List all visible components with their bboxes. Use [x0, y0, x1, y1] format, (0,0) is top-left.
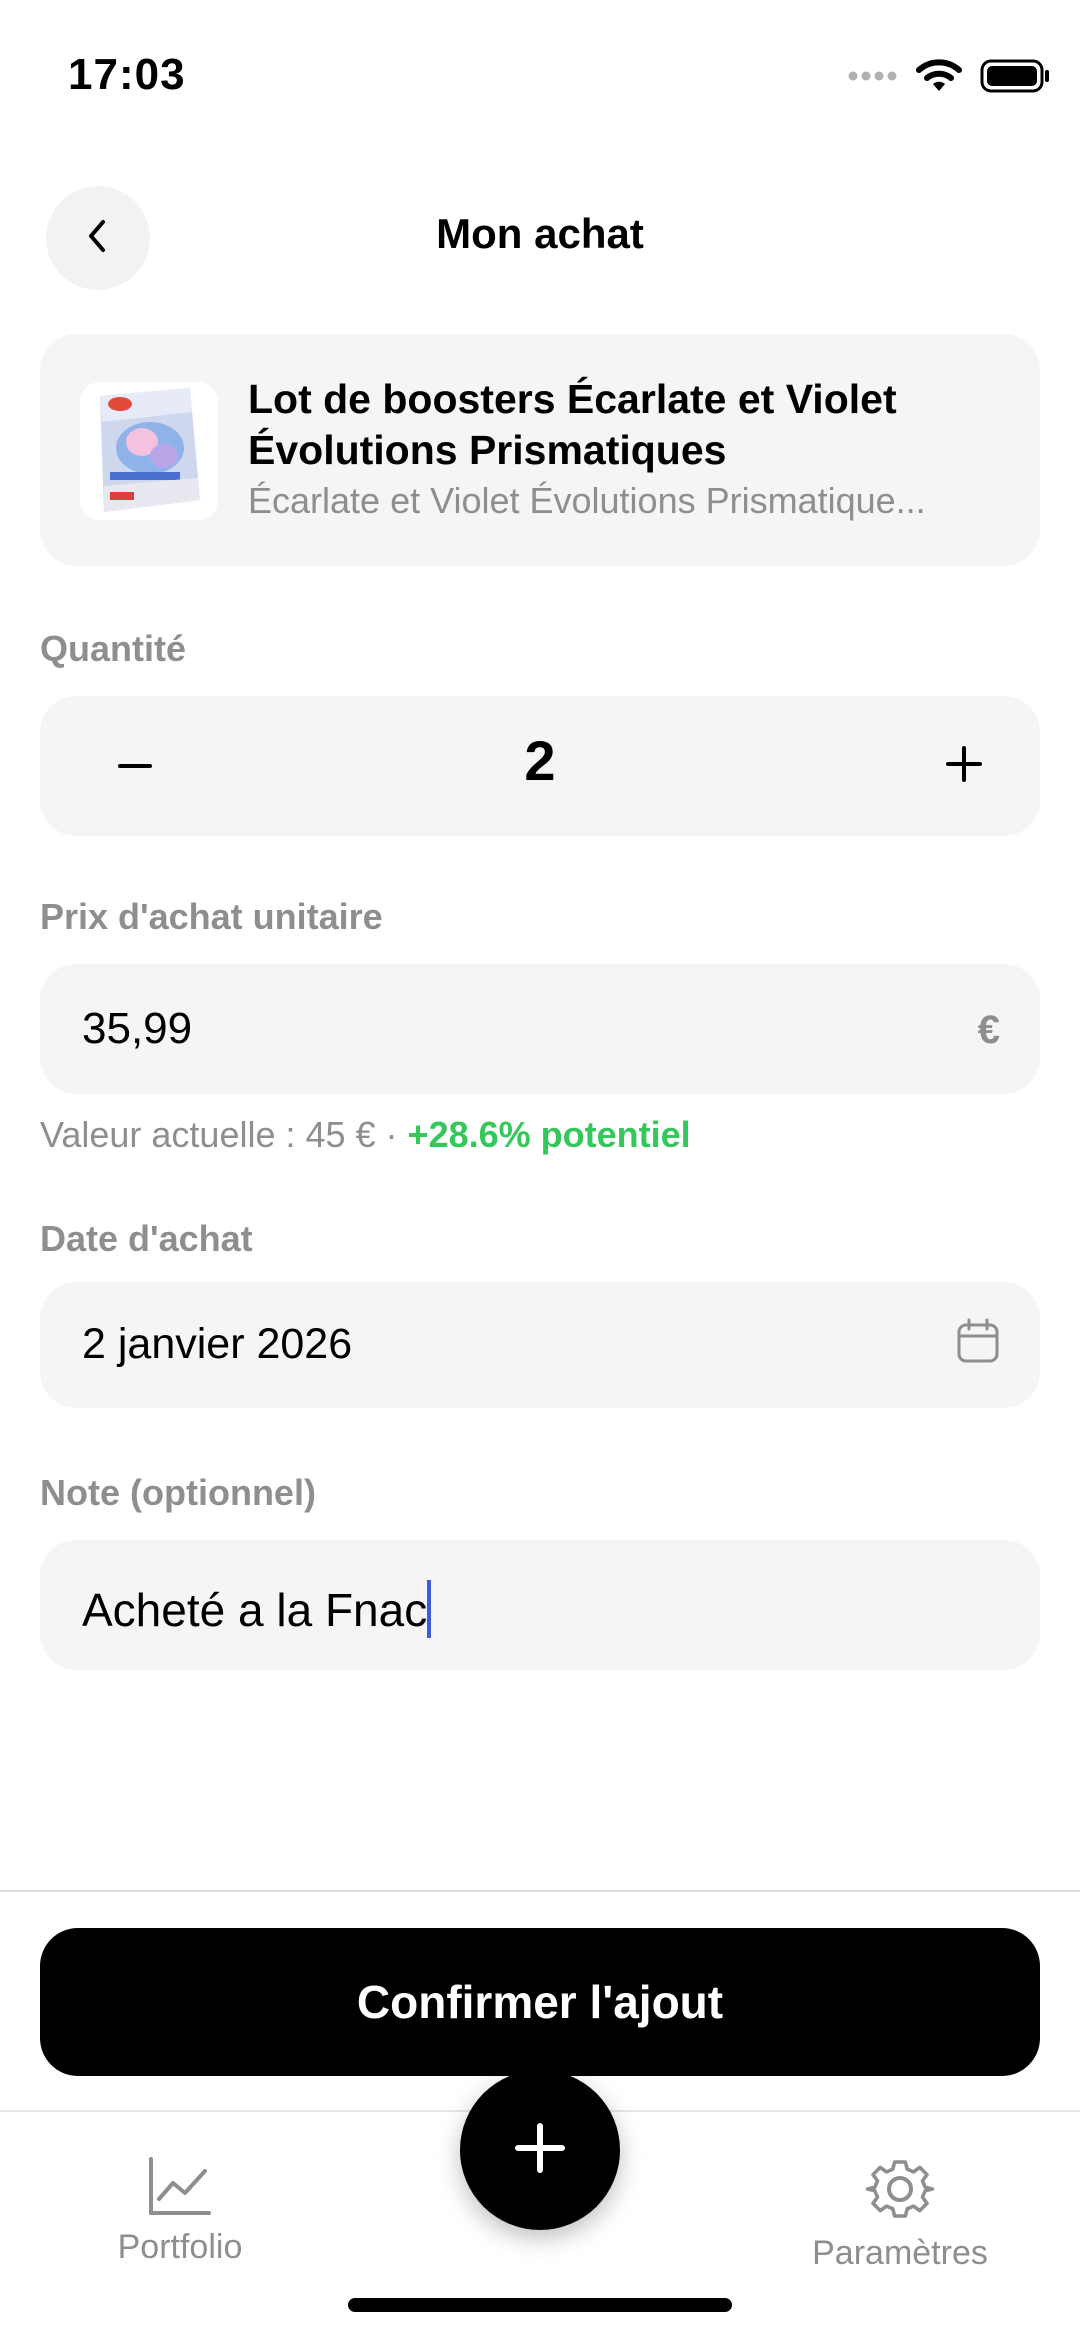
wifi-icon [916, 58, 962, 98]
status-icons [848, 58, 1050, 98]
note-label: Note (optionnel) [40, 1472, 316, 1513]
text-caret [427, 1580, 432, 1638]
divider [0, 1890, 1080, 1892]
calendar-icon [956, 1318, 1000, 1364]
product-set: Écarlate et Violet Évolutions Prismatiqu… [248, 480, 926, 521]
gear-icon [864, 2160, 936, 2227]
booster-box-image [80, 382, 218, 520]
product-name: Lot de boosters Écarlate et Violet Évolu… [248, 376, 897, 473]
quantity-stepper: 2 [40, 696, 1040, 836]
status-bar: 17:03 [0, 0, 1080, 150]
price-value: 35,99 [82, 1004, 193, 1053]
plus-icon [944, 744, 984, 789]
battery-icon [980, 59, 1050, 98]
tab-portfolio-label: Portfolio [117, 2228, 243, 2266]
increment-button[interactable] [924, 726, 1004, 806]
tab-portfolio[interactable]: Portfolio [50, 2155, 310, 2267]
note-text: Acheté a la Fnac [82, 1584, 428, 1636]
tab-settings-label: Paramètres [812, 2234, 988, 2272]
tab-settings[interactable]: Paramètres [770, 2155, 1030, 2273]
page-title: Mon achat [436, 210, 644, 257]
date-value: 2 janvier 2026 [82, 1320, 353, 1368]
home-indicator[interactable] [348, 2298, 732, 2312]
chart-icon [147, 2157, 213, 2221]
note-field[interactable]: Acheté a la Fnac [40, 1540, 1040, 1670]
screen: 17:03 Mon achat Lot de boosters Écarlate… [0, 0, 1080, 2340]
status-time: 17:03 [68, 50, 186, 99]
price-field[interactable]: 35,99 € [40, 964, 1040, 1094]
signal-icon [848, 69, 898, 88]
date-field[interactable]: 2 janvier 2026 [40, 1282, 1040, 1408]
potential-gain: +28.6% potentiel [407, 1114, 691, 1155]
quantity-label: Quantité [40, 628, 187, 669]
confirm-button[interactable]: Confirmer l'ajout [40, 1928, 1040, 2076]
note-value: Acheté a la Fnac [82, 1580, 432, 1638]
price-hint: Valeur actuelle : 45 € · +28.6% potentie… [40, 1114, 691, 1156]
currency-symbol: € [977, 1008, 1000, 1052]
date-label: Date d'achat [40, 1218, 253, 1259]
current-value-text: Valeur actuelle : 45 € · [40, 1114, 408, 1155]
price-label: Prix d'achat unitaire [40, 896, 383, 937]
plus-icon [513, 2121, 567, 2180]
product-card: Lot de boosters Écarlate et Violet Évolu… [40, 334, 1040, 566]
add-button[interactable] [460, 2070, 620, 2230]
quantity-value: 2 [524, 729, 556, 792]
